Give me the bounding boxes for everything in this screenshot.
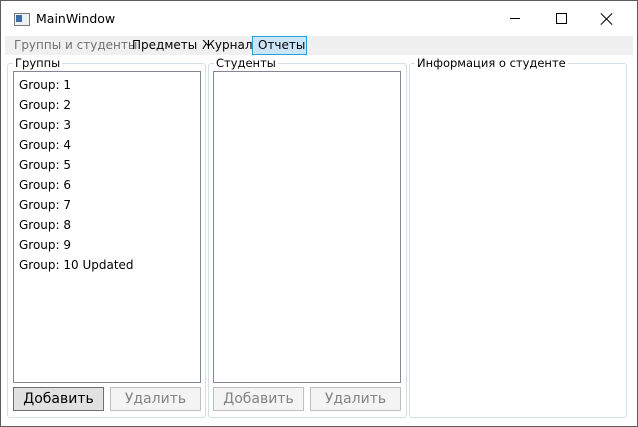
students-title: Студенты [214, 56, 278, 70]
group-list-item[interactable]: Group: 2 [14, 95, 200, 115]
delete-group-button[interactable]: Удалить [110, 387, 201, 411]
add-student-button[interactable]: Добавить [213, 387, 304, 411]
group-list-item[interactable]: Group: 10 Updated [14, 255, 200, 275]
groups-list[interactable]: Group: 1 Group: 2 Group: 3 Group: 4 Group: 5… [13, 71, 201, 383]
menu-bar: Группы и студенты Предметы Журнал Отчеты [5, 36, 633, 55]
group-list-item[interactable]: Group: 6 [14, 175, 200, 195]
menu-journal[interactable]: Журнал [197, 36, 258, 55]
window-title: MainWindow [36, 11, 116, 26]
app-icon [14, 13, 30, 26]
menu-reports[interactable]: Отчеты [252, 36, 307, 55]
student-info-title: Информация о студенте [415, 56, 568, 70]
delete-student-button[interactable]: Удалить [310, 387, 401, 411]
group-list-item[interactable]: Group: 8 [14, 215, 200, 235]
group-list-item[interactable]: Group: 5 [14, 155, 200, 175]
group-list-item[interactable]: Group: 7 [14, 195, 200, 215]
add-group-button[interactable]: Добавить [13, 387, 104, 411]
maximize-button[interactable] [538, 1, 584, 36]
maximize-icon [555, 13, 567, 24]
close-icon [601, 13, 613, 25]
menu-subjects[interactable]: Предметы [127, 36, 202, 55]
groups-title: Группы [13, 56, 63, 70]
students-list[interactable] [213, 71, 401, 383]
group-list-item[interactable]: Group: 4 [14, 135, 200, 155]
group-list-item[interactable]: Group: 1 [14, 75, 200, 95]
main-window: MainWindow Группы и студенты Предметы Жу… [0, 0, 638, 427]
student-info-groupbox: Информация о студенте [409, 56, 627, 418]
minimize-icon [510, 18, 520, 19]
menu-groups-students[interactable]: Группы и студенты [9, 36, 142, 55]
group-list-item[interactable]: Group: 3 [14, 115, 200, 135]
title-bar[interactable]: MainWindow [1, 1, 637, 36]
group-list-item[interactable]: Group: 9 [14, 235, 200, 255]
minimize-button[interactable] [492, 1, 538, 36]
close-button[interactable] [584, 1, 630, 36]
